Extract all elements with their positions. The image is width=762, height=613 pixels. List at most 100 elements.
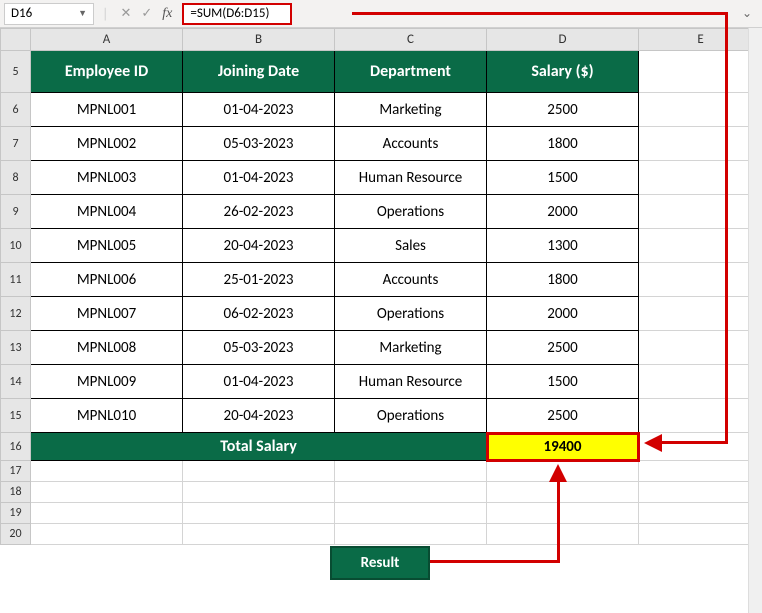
cell[interactable] [335, 482, 487, 503]
cell[interactable] [487, 524, 639, 545]
cell[interactable] [639, 503, 762, 524]
col-header-e[interactable]: E [639, 29, 762, 51]
cancel-icon[interactable]: ✕ [120, 6, 131, 21]
cell[interactable] [639, 127, 762, 161]
cell-joining-date[interactable]: 01-04-2023 [183, 93, 335, 127]
cell-joining-date[interactable]: 26-02-2023 [183, 195, 335, 229]
row-header[interactable]: 16 [1, 433, 31, 461]
cell-joining-date[interactable]: 20-04-2023 [183, 399, 335, 433]
row-header[interactable]: 9 [1, 195, 31, 229]
cell[interactable] [639, 195, 762, 229]
cell-salary[interactable]: 2000 [487, 297, 639, 331]
row-header[interactable]: 10 [1, 229, 31, 263]
row-header[interactable]: 17 [1, 461, 31, 482]
total-label[interactable]: Total Salary [31, 433, 487, 461]
cell-joining-date[interactable]: 01-04-2023 [183, 161, 335, 195]
cell-department[interactable]: Operations [335, 297, 487, 331]
cell[interactable] [639, 161, 762, 195]
cell-joining-date[interactable]: 25-01-2023 [183, 263, 335, 297]
cell[interactable] [487, 503, 639, 524]
cell[interactable] [183, 482, 335, 503]
cell-employee-id[interactable]: MPNL008 [31, 331, 183, 365]
cell-salary[interactable]: 1300 [487, 229, 639, 263]
row-header[interactable]: 8 [1, 161, 31, 195]
row-header[interactable]: 12 [1, 297, 31, 331]
cell[interactable] [335, 503, 487, 524]
cell[interactable] [639, 297, 762, 331]
cell-employee-id[interactable]: MPNL010 [31, 399, 183, 433]
cell[interactable] [639, 524, 762, 545]
cell-department[interactable]: Accounts [335, 263, 487, 297]
cell-salary[interactable]: 1500 [487, 161, 639, 195]
cell[interactable] [31, 461, 183, 482]
cell-joining-date[interactable]: 20-04-2023 [183, 229, 335, 263]
cell[interactable] [335, 461, 487, 482]
cell-joining-date[interactable]: 05-03-2023 [183, 127, 335, 161]
row-header[interactable]: 7 [1, 127, 31, 161]
col-header-b[interactable]: B [183, 29, 335, 51]
cell-salary[interactable]: 2000 [487, 195, 639, 229]
cell-employee-id[interactable]: MPNL004 [31, 195, 183, 229]
cell[interactable] [183, 503, 335, 524]
cell[interactable] [639, 365, 762, 399]
row-header[interactable]: 13 [1, 331, 31, 365]
cell-joining-date[interactable]: 05-03-2023 [183, 331, 335, 365]
cell-salary[interactable]: 2500 [487, 93, 639, 127]
cell-salary[interactable]: 1500 [487, 365, 639, 399]
cell[interactable] [639, 482, 762, 503]
cell-department[interactable]: Sales [335, 229, 487, 263]
cell[interactable] [487, 482, 639, 503]
fx-icon[interactable]: fx [162, 6, 172, 22]
expand-formula-icon[interactable]: ⌄ [736, 6, 758, 21]
cell[interactable] [639, 93, 762, 127]
cell[interactable] [639, 229, 762, 263]
cell-salary[interactable]: 2500 [487, 399, 639, 433]
cell[interactable] [31, 503, 183, 524]
cell-department[interactable]: Marketing [335, 331, 487, 365]
header-joining-date[interactable]: Joining Date [183, 51, 335, 93]
cell[interactable] [31, 482, 183, 503]
col-header-c[interactable]: C [335, 29, 487, 51]
cell-department[interactable]: Accounts [335, 127, 487, 161]
cell-joining-date[interactable]: 01-04-2023 [183, 365, 335, 399]
header-salary[interactable]: Salary ($) [487, 51, 639, 93]
row-header[interactable]: 15 [1, 399, 31, 433]
name-box[interactable]: D16 ▼ [4, 3, 94, 25]
cell[interactable] [183, 524, 335, 545]
cell-department[interactable]: Operations [335, 195, 487, 229]
cell-department[interactable]: Human Resource [335, 365, 487, 399]
cell-employee-id[interactable]: MPNL001 [31, 93, 183, 127]
cell[interactable] [639, 461, 762, 482]
cell[interactable] [183, 461, 335, 482]
row-header[interactable]: 18 [1, 482, 31, 503]
cell-employee-id[interactable]: MPNL003 [31, 161, 183, 195]
header-employee-id[interactable]: Employee ID [31, 51, 183, 93]
cell-joining-date[interactable]: 06-02-2023 [183, 297, 335, 331]
cell-salary[interactable]: 1800 [487, 127, 639, 161]
cell-department[interactable]: Human Resource [335, 161, 487, 195]
row-header[interactable]: 6 [1, 93, 31, 127]
row-header[interactable]: 5 [1, 51, 31, 93]
cell-salary[interactable]: 2500 [487, 331, 639, 365]
total-value-cell[interactable]: 19400 [487, 433, 639, 461]
cell-salary[interactable]: 1800 [487, 263, 639, 297]
cell-employee-id[interactable]: MPNL007 [31, 297, 183, 331]
row-header[interactable]: 19 [1, 503, 31, 524]
row-header[interactable]: 20 [1, 524, 31, 545]
cell-department[interactable]: Operations [335, 399, 487, 433]
cell[interactable] [335, 524, 487, 545]
cell[interactable] [639, 399, 762, 433]
cell-employee-id[interactable]: MPNL002 [31, 127, 183, 161]
cell[interactable] [639, 51, 762, 93]
col-header-d[interactable]: D [487, 29, 639, 51]
cell[interactable] [31, 524, 183, 545]
enter-icon[interactable]: ✓ [141, 6, 152, 21]
cell[interactable] [639, 263, 762, 297]
select-all-corner[interactable] [1, 29, 31, 51]
cell[interactable] [639, 331, 762, 365]
formula-input[interactable]: =SUM(D6:D15) [182, 3, 292, 25]
cell-employee-id[interactable]: MPNL006 [31, 263, 183, 297]
cell-employee-id[interactable]: MPNL009 [31, 365, 183, 399]
vertical-scrollbar[interactable] [748, 28, 762, 613]
row-header[interactable]: 11 [1, 263, 31, 297]
